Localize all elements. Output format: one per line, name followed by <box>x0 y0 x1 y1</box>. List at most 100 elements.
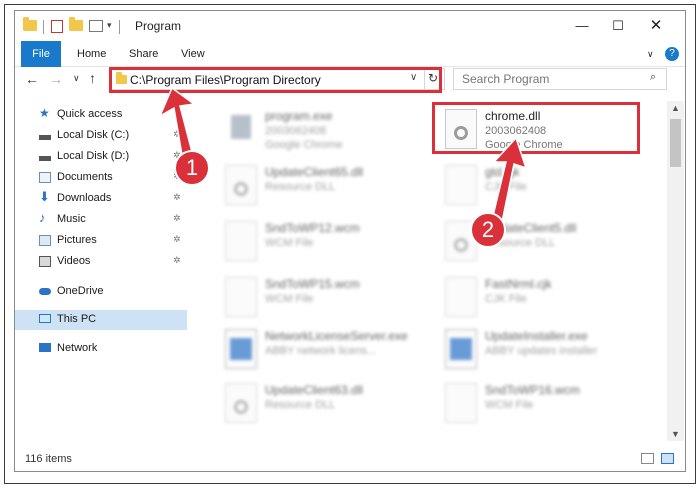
sidebar-item-label: Downloads <box>57 192 112 204</box>
file-item[interactable]: FastNrml.cjk CJK File <box>437 273 657 325</box>
item-count: 116 items <box>25 453 72 465</box>
forward-arrow-icon[interactable]: → <box>49 71 63 87</box>
new-folder-icon[interactable] <box>69 17 83 34</box>
file-icon <box>445 277 477 317</box>
file-detail: WCM File <box>485 399 534 411</box>
file-item[interactable]: program.exe 2003062408 Google Chrome <box>217 105 437 157</box>
help-icon[interactable]: ? <box>665 47 679 61</box>
close-button[interactable]: ✕ <box>641 15 671 37</box>
drive-icon <box>39 135 51 140</box>
scrollbar-thumb[interactable] <box>670 119 681 167</box>
file-name: FastNrml.cjk <box>485 277 552 291</box>
file-detail: 2003062408 <box>265 125 327 137</box>
file-name: program.exe <box>265 109 333 123</box>
file-detail: Google Chrome <box>265 139 343 151</box>
file-name: SndToWP12.wcm <box>265 221 360 235</box>
properties-icon[interactable] <box>51 20 63 33</box>
maximize-button[interactable]: ☐ <box>603 15 633 37</box>
scroll-up-icon[interactable]: ▲ <box>667 101 684 115</box>
sidebar-item-network[interactable]: Network <box>15 339 187 359</box>
tab-home[interactable]: Home <box>77 41 106 67</box>
sidebar-item-music[interactable]: ♪ Music ✲ <box>15 210 187 230</box>
file-detail: WCM File <box>265 293 314 305</box>
separator <box>119 20 120 34</box>
file-name: UpdateClient65.dll <box>265 165 364 179</box>
file-name: SndToWP16.wcm <box>485 383 580 397</box>
pin-icon[interactable]: ✲ <box>173 255 181 266</box>
customize-icon[interactable] <box>89 20 103 32</box>
file-icon <box>225 277 257 317</box>
file-detail: ABBY network licens... <box>265 345 377 357</box>
sidebar-item-this-pc[interactable]: This PC <box>15 310 187 330</box>
pin-icon[interactable]: ✲ <box>173 192 181 203</box>
download-icon: ⬇ <box>39 189 50 204</box>
vertical-scrollbar[interactable]: ▲ ▼ <box>667 101 684 441</box>
tab-share[interactable]: Share <box>129 41 158 67</box>
tab-view[interactable]: View <box>181 41 205 67</box>
search-box[interactable]: ⌕ <box>453 68 667 90</box>
tab-file[interactable]: File <box>21 41 61 67</box>
step-2-badge: 2 <box>470 212 506 248</box>
recent-locations-icon[interactable]: ∨ <box>73 73 80 84</box>
sidebar-item-label: Documents <box>57 171 113 183</box>
sidebar-item-videos[interactable]: Videos ✲ <box>15 252 187 272</box>
videos-icon <box>39 256 51 267</box>
file-item[interactable]: UpdateClient65.dll Resource DLL <box>217 161 437 213</box>
sidebar-item-local-disk-d[interactable]: Local Disk (D:) ✲ <box>15 147 187 167</box>
dll-icon <box>225 383 257 423</box>
search-icon[interactable]: ⌕ <box>650 71 656 84</box>
documents-icon <box>39 172 51 183</box>
title-bar: ▾ Program — ☐ ✕ <box>15 11 685 41</box>
pin-icon[interactable]: ✲ <box>173 234 181 245</box>
file-highlight-box <box>432 102 640 154</box>
sidebar-item-label: Music <box>57 213 86 225</box>
sidebar-item-label: Pictures <box>57 234 97 246</box>
search-input[interactable] <box>462 72 642 86</box>
pin-icon[interactable]: ✲ <box>173 213 181 224</box>
file-item[interactable]: UpdateInstaller.exe ABBY updates install… <box>437 325 657 377</box>
file-item[interactable]: SndToWP15.wcm WCM File <box>217 273 437 325</box>
sidebar-item-downloads[interactable]: ⬇ Downloads ✲ <box>15 189 187 209</box>
star-icon: ★ <box>39 106 50 120</box>
details-view-icon[interactable] <box>641 453 654 464</box>
sidebar-item-label: Quick access <box>57 108 123 120</box>
sidebar-item-pictures[interactable]: Pictures ✲ <box>15 231 187 251</box>
chevron-down-icon[interactable]: ∨ <box>647 41 654 67</box>
file-name: gtd.cjk <box>485 165 520 179</box>
large-icons-view-icon[interactable] <box>661 453 674 464</box>
app-icon <box>225 329 257 369</box>
back-arrow-icon[interactable]: ← <box>25 71 39 87</box>
cloud-icon <box>39 288 51 295</box>
file-item[interactable]: gtd.cjk CJK File <box>437 161 657 213</box>
file-detail: WCM File <box>265 237 314 249</box>
sidebar-item-label: Videos <box>57 255 91 267</box>
up-arrow-icon[interactable]: ↑ <box>89 70 96 86</box>
pin-icon[interactable]: ✲ <box>173 129 181 140</box>
file-icon <box>445 165 477 205</box>
scroll-down-icon[interactable]: ▼ <box>667 427 684 441</box>
sidebar-item-onedrive[interactable]: OneDrive <box>15 282 187 302</box>
file-detail: ABBY updates installer <box>485 345 598 357</box>
file-item[interactable]: SndToWP16.wcm WCM File <box>437 379 657 431</box>
dll-icon <box>225 165 257 205</box>
sidebar-item-documents[interactable]: Documents ✲ <box>15 168 187 188</box>
navigation-pane: ★ Quick access Local Disk (C:) ✲ Local D… <box>15 101 187 441</box>
ribbon-tabs: File Home Share View ∨ ? <box>15 41 685 67</box>
file-name: UpdateInstaller.exe <box>485 329 588 343</box>
sidebar-item-label: Local Disk (C:) <box>57 129 130 141</box>
file-name: SndToWP15.wcm <box>265 277 360 291</box>
file-item[interactable]: UpdateClient63.dll Resource DLL <box>217 379 437 431</box>
file-item[interactable]: SndToWP12.wcm WCM File <box>217 217 437 269</box>
file-detail: CJK File <box>485 293 527 305</box>
file-icon <box>225 221 257 261</box>
file-name: UpdateClient63.dll <box>265 383 364 397</box>
pictures-icon <box>39 235 51 246</box>
sidebar-item-label: Network <box>57 342 98 354</box>
minimize-button[interactable]: — <box>567 15 597 37</box>
sidebar-item-quick-access[interactable]: ★ Quick access <box>15 105 187 125</box>
chevron-down-icon[interactable]: ▾ <box>107 20 112 34</box>
file-item[interactable]: NetworkLicenseServer.exe ABBY network li… <box>217 325 437 377</box>
file-name: NetworkLicenseServer.exe <box>265 329 408 343</box>
sidebar-item-local-disk-c[interactable]: Local Disk (C:) ✲ <box>15 126 187 146</box>
sidebar-item-label: OneDrive <box>57 285 104 297</box>
